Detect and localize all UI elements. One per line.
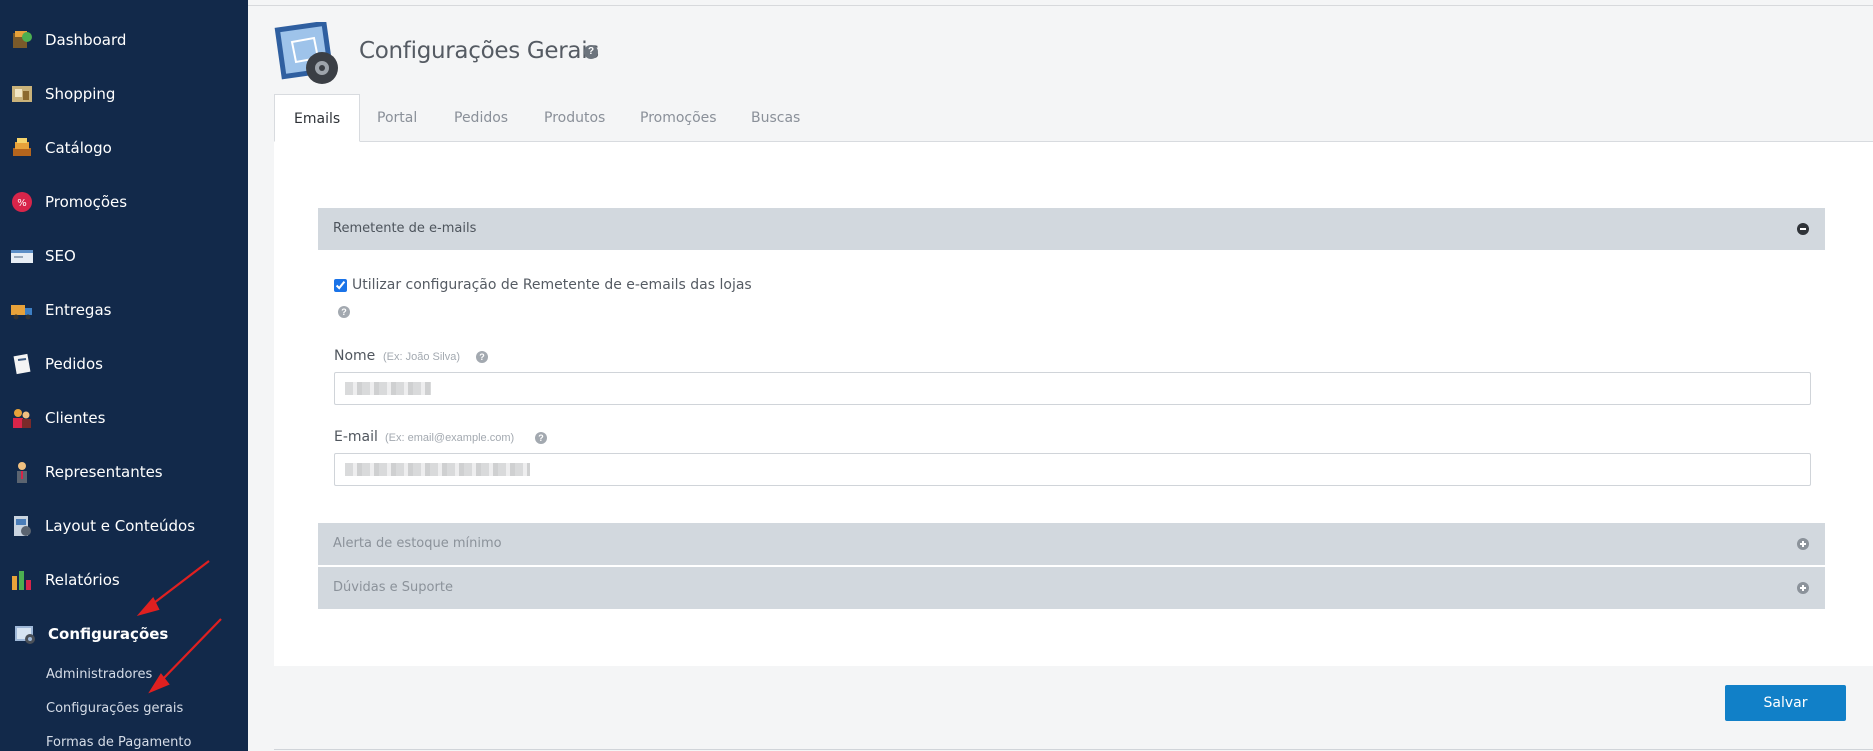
sidebar-item-delivery[interactable]: Entregas (0, 290, 248, 330)
sidebar-item-layout[interactable]: Layout e Conteúdos (0, 506, 248, 546)
save-button[interactable]: Salvar (1725, 685, 1846, 721)
use-store-sender-checkbox[interactable] (334, 278, 347, 292)
sidebar-item-label: Shopping (45, 85, 116, 103)
sidebar-item-dashboard[interactable]: Dashboard (0, 20, 248, 60)
sidebar: Dashboard Shopping Catálogo % Promoções … (0, 0, 248, 751)
tab-portal[interactable]: Portal (377, 94, 417, 142)
svg-text:%: % (17, 198, 27, 209)
section-header-stock-alert[interactable]: Alerta de estoque mínimo (318, 523, 1825, 565)
promotions-icon: % (12, 192, 32, 212)
sidebar-item-label: Configurações (48, 625, 169, 643)
sidebar-item-reports[interactable]: Relatórios (0, 560, 248, 600)
use-store-sender-row: Utilizar configuração de Remetente de e-… (334, 277, 752, 293)
seo-icon (11, 250, 33, 263)
tab-promotions[interactable]: Promoções (640, 94, 717, 142)
settings-icon (15, 626, 35, 644)
sidebar-subitem-administrators[interactable]: Administradores (46, 667, 152, 682)
customers-icon (13, 409, 31, 428)
divider (274, 749, 1873, 750)
sidebar-item-customers[interactable]: Clientes (0, 398, 248, 438)
sidebar-item-catalog[interactable]: Catálogo (0, 128, 248, 168)
email-field-hint: (Ex: email@example.com) (385, 432, 515, 444)
section-title: Dúvidas e Suporte (333, 580, 453, 595)
sidebar-item-label: Relatórios (45, 571, 120, 589)
sidebar-item-label: Pedidos (45, 355, 103, 373)
email-field-label: E-mail (334, 429, 378, 445)
sidebar-item-shopping[interactable]: Shopping (0, 74, 248, 114)
sidebar-item-label: Dashboard (45, 31, 127, 49)
tab-searches[interactable]: Buscas (751, 94, 800, 142)
name-field-hint: (Ex: João Silva) (383, 351, 461, 363)
sidebar-item-label: Promoções (45, 193, 128, 211)
sidebar-item-label: Clientes (45, 409, 106, 427)
delivery-truck-icon (11, 305, 32, 320)
section-title: Remetente de e-mails (333, 221, 477, 236)
settings-page-icon (274, 22, 338, 84)
dashboard-icon (13, 31, 32, 48)
representative-icon (17, 462, 27, 483)
help-icon[interactable]: ? (476, 351, 488, 363)
expand-icon (1797, 582, 1809, 594)
sidebar-item-label: Entregas (45, 301, 112, 319)
page-title: Configurações Gerais (359, 38, 599, 64)
name-field[interactable] (334, 372, 1811, 405)
sidebar-item-label: Layout e Conteúdos (45, 517, 196, 535)
tab-orders[interactable]: Pedidos (454, 94, 508, 142)
divider (248, 5, 1873, 6)
help-icon[interactable]: ? (338, 306, 350, 318)
section-title: Alerta de estoque mínimo (333, 536, 502, 551)
sidebar-item-label: SEO (45, 247, 76, 265)
sidebar-item-seo[interactable]: SEO (0, 236, 248, 276)
sidebar-item-settings[interactable]: Configurações (0, 614, 248, 654)
sidebar-item-label: Representantes (45, 463, 163, 481)
tab-emails[interactable]: Emails (274, 94, 361, 142)
reports-chart-icon (12, 571, 31, 590)
sidebar-item-representatives[interactable]: Representantes (0, 452, 248, 492)
help-icon[interactable]: ? (584, 45, 598, 59)
sidebar-subitem-general-settings[interactable]: Configurações gerais (46, 701, 183, 716)
catalog-icon (13, 138, 31, 156)
section-header-sender[interactable]: Remetente de e-mails (318, 208, 1825, 250)
name-field-label: Nome (334, 348, 376, 364)
section-header-support[interactable]: Dúvidas e Suporte (318, 567, 1825, 609)
layout-icon (14, 516, 31, 536)
sidebar-item-orders[interactable]: Pedidos (0, 344, 248, 384)
checkbox-label: Utilizar configuração de Remetente de e-… (352, 277, 752, 293)
shopping-icon (12, 86, 32, 102)
orders-icon (13, 353, 31, 375)
help-icon[interactable]: ? (535, 432, 547, 444)
tab-products[interactable]: Produtos (544, 94, 605, 142)
collapse-icon (1797, 223, 1809, 235)
sidebar-subitem-payment-methods[interactable]: Formas de Pagamento (46, 735, 191, 750)
email-field[interactable] (334, 453, 1811, 486)
sidebar-item-label: Catálogo (45, 139, 112, 157)
sidebar-item-promotions[interactable]: % Promoções (0, 182, 248, 222)
expand-icon (1797, 538, 1809, 550)
